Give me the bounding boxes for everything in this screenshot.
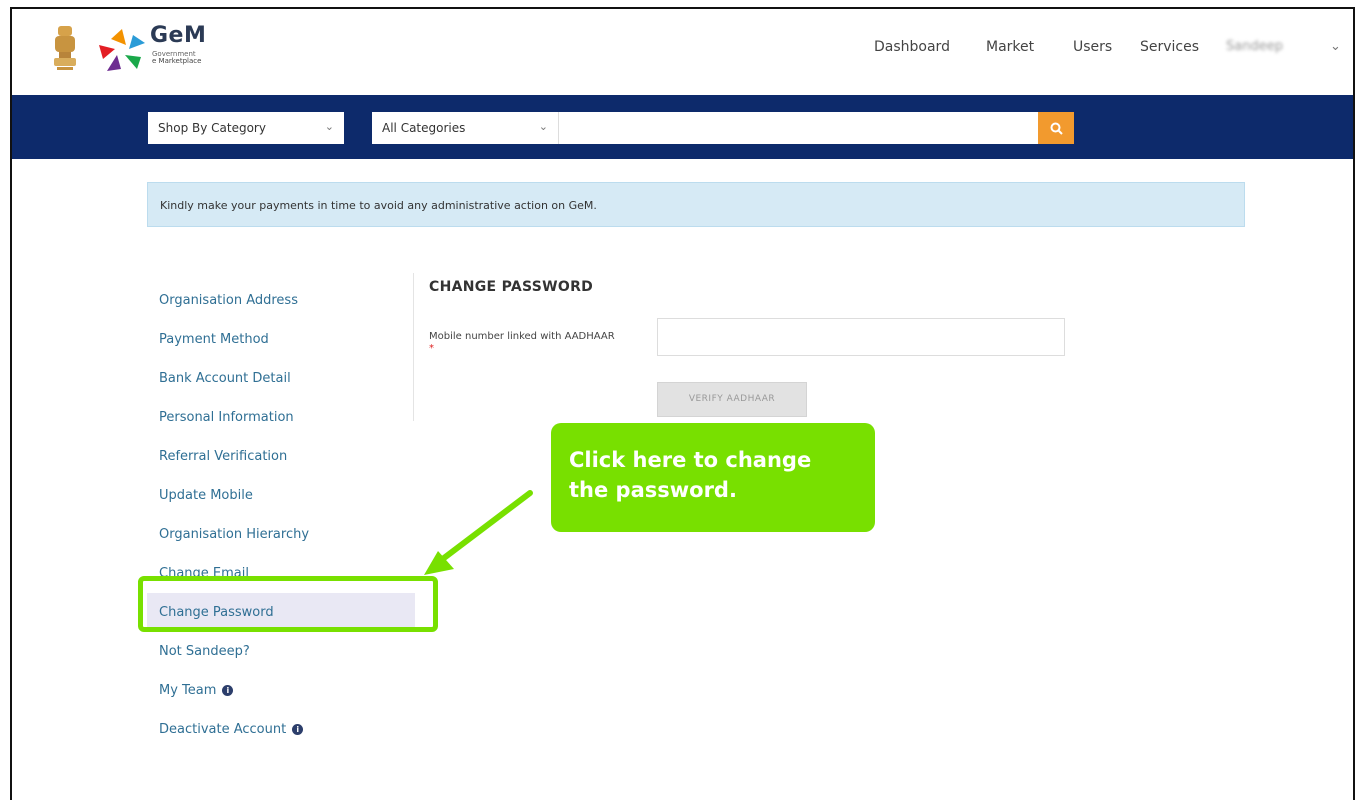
sidebar-item-referral-verification[interactable]: Referral Verification (147, 437, 415, 476)
brand-subtitle-2: e Marketplace (152, 57, 202, 65)
chevron-down-icon[interactable]: ⌄ (1330, 39, 1341, 54)
nav-services[interactable]: Services (1140, 39, 1199, 55)
payment-notice: Kindly make your payments in time to avo… (147, 182, 1245, 227)
chevron-down-icon: ⌄ (538, 120, 548, 133)
divider (413, 273, 414, 421)
sidebar-item-organisation-address[interactable]: Organisation Address (147, 281, 415, 320)
sidebar-item-my-team[interactable]: My Team i (147, 671, 415, 710)
nav-market[interactable]: Market (986, 39, 1034, 55)
screenshot-frame: GeM Government e Marketplace Dashboard M… (10, 7, 1355, 800)
page-title: CHANGE PASSWORD (429, 279, 594, 295)
national-emblem-icon (54, 26, 76, 70)
search-input[interactable] (558, 112, 1038, 144)
mobile-number-field[interactable] (657, 318, 1065, 356)
top-header: GeM Government e Marketplace Dashboard M… (12, 9, 1353, 95)
info-icon[interactable]: i (292, 724, 304, 735)
sidebar-item-payment-method[interactable]: Payment Method (147, 320, 415, 359)
mobile-aadhaar-label: Mobile number linked with AADHAAR * (429, 331, 615, 354)
instruction-callout: Click here to change the password. (551, 423, 875, 532)
all-categories-select[interactable]: All Categories ⌄ (372, 112, 558, 144)
sidebar-item-deactivate-account[interactable]: Deactivate Account i (147, 710, 415, 749)
shop-by-category-label: Shop By Category (158, 121, 266, 135)
info-icon[interactable]: i (222, 685, 234, 696)
sidebar-item-bank-account-detail[interactable]: Bank Account Detail (147, 359, 415, 398)
chevron-down-icon: ⌄ (324, 120, 334, 133)
search-icon (1050, 122, 1063, 135)
sidebar-item-update-mobile[interactable]: Update Mobile (147, 476, 415, 515)
callout-text: Click here to change the password. (569, 448, 812, 502)
sidebar-item-not-user[interactable]: Not Sandeep? (147, 632, 415, 671)
search-bar: Shop By Category ⌄ All Categories ⌄ (12, 95, 1353, 159)
sidebar-item-personal-information[interactable]: Personal Information (147, 398, 415, 437)
verify-aadhaar-button[interactable]: VERIFY AADHAAR (657, 382, 807, 417)
search-button[interactable] (1038, 112, 1074, 144)
nav-dashboard[interactable]: Dashboard (874, 39, 950, 55)
user-menu[interactable]: Sandeep (1226, 39, 1283, 54)
all-categories-label: All Categories (382, 121, 466, 135)
gem-logo-icon (99, 29, 145, 71)
pointer-arrow (424, 490, 533, 575)
shop-by-category-select[interactable]: Shop By Category ⌄ (148, 112, 344, 144)
required-marker: * (429, 343, 434, 354)
highlight-box (138, 576, 438, 632)
nav-users[interactable]: Users (1073, 39, 1112, 55)
brand-title[interactable]: GeM (150, 23, 206, 48)
account-sidebar: Organisation Address Payment Method Bank… (147, 281, 415, 749)
sidebar-item-organisation-hierarchy[interactable]: Organisation Hierarchy (147, 515, 415, 554)
